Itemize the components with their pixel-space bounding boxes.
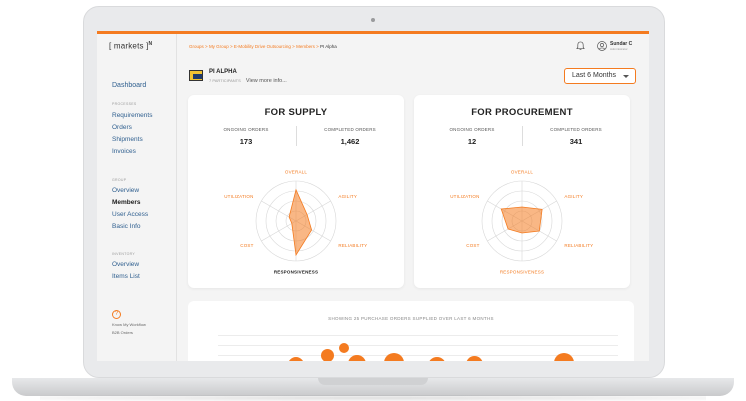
orders-chart-title: SHOWING 25 PURCHASE ORDERS SUPPLIED OVER… <box>328 316 494 321</box>
sidebar-item-invoices[interactable]: Invoices <box>112 148 136 155</box>
group-logo <box>189 70 203 81</box>
supply-ongoing-label: ONGOING ORDERS <box>223 127 269 132</box>
supply-ongoing-value: 173 <box>239 137 253 146</box>
order-bubble[interactable] <box>428 357 446 361</box>
question-icon[interactable]: ? <box>112 310 121 319</box>
radar-spoke <box>261 220 297 242</box>
laptop-mockup: [ markets ]N Dashboard PROCESSES Require… <box>0 0 746 401</box>
breadcrumb-sep: > <box>292 44 295 49</box>
order-bubble[interactable] <box>339 343 349 353</box>
supply-completed-label: COMPLETED ORDERS <box>324 127 376 132</box>
supply-axis-label: AGILITY <box>338 194 357 199</box>
section-group: GROUP <box>112 178 127 182</box>
breadcrumb-group[interactable]: E-Mobility Drive Outsourcing <box>234 44 291 49</box>
breadcrumb-my-group[interactable]: My Group <box>209 44 229 49</box>
participants-count: 7 PARTICIPANTS <box>209 78 241 83</box>
period-select[interactable]: Last 6 Months <box>564 68 636 84</box>
procurement-axis-label: UTILIZATION <box>450 194 479 199</box>
group-name: PI ALPHA <box>209 69 237 75</box>
breadcrumb: Groups > My Group > E-Mobility Drive Out… <box>189 44 337 49</box>
gridline <box>218 345 618 346</box>
supply-axis-label: OVERALL <box>285 170 307 175</box>
app-logo[interactable]: [ markets ]N <box>109 41 152 51</box>
group-participants: 7 PARTICIPANTS View more info... <box>209 78 287 84</box>
camera-dot <box>371 18 375 22</box>
sidebar-item-dashboard[interactable]: Dashboard <box>112 82 146 89</box>
supply-completed-value: 1,462 <box>340 137 360 146</box>
order-bubble[interactable] <box>321 349 334 361</box>
breadcrumb-sep: > <box>205 44 208 49</box>
supply-axis-label: COST <box>240 243 253 248</box>
bell-icon[interactable] <box>576 41 585 51</box>
user-circle-icon[interactable] <box>597 41 607 51</box>
order-bubble[interactable] <box>288 357 304 361</box>
sidebar-item-requirements[interactable]: Requirements <box>112 112 152 119</box>
breadcrumb-members[interactable]: Members <box>296 44 315 49</box>
procurement-ongoing-value: 12 <box>467 137 477 146</box>
help-title[interactable]: Know My Workflow <box>112 322 146 327</box>
sidebar-item-members[interactable]: Members <box>112 199 141 206</box>
sidebar-item-user-access[interactable]: User Access <box>112 211 148 218</box>
sidebar: [ markets ]N Dashboard PROCESSES Require… <box>97 34 177 361</box>
breadcrumb-groups[interactable]: Groups <box>189 44 204 49</box>
procurement-title: FOR PROCUREMENT <box>471 107 573 118</box>
breadcrumb-current: PI Alpha <box>320 44 337 49</box>
view-more-link[interactable]: View more info... <box>246 78 287 84</box>
section-processes: PROCESSES <box>112 102 137 106</box>
sidebar-item-inventory-overview[interactable]: Overview <box>112 261 139 268</box>
laptop-base-notch <box>318 378 428 385</box>
procurement-axis-label: COST <box>466 243 479 248</box>
app-screen: [ markets ]N Dashboard PROCESSES Require… <box>97 31 649 361</box>
chevron-down-icon <box>623 75 629 78</box>
supply-card: FOR SUPPLY ONGOING ORDERS 173 COMPLETED … <box>188 95 404 288</box>
procurement-card: FOR PROCUREMENT ONGOING ORDERS 12 COMPLE… <box>414 95 630 288</box>
supply-title: FOR SUPPLY <box>264 107 328 118</box>
procurement-axis-label: AGILITY <box>564 194 583 199</box>
procurement-completed-value: 341 <box>569 137 583 146</box>
procurement-radar-area <box>500 206 543 234</box>
gridline <box>218 335 618 336</box>
procurement-radar-chart: OVERALL AGILITY RELIABILITY RESPONSIVENESS C… <box>450 170 593 275</box>
sidebar-item-basic-info[interactable]: Basic Info <box>112 223 141 230</box>
sidebar-item-orders[interactable]: Orders <box>112 124 132 131</box>
procurement-ongoing-label: ONGOING ORDERS <box>449 127 495 132</box>
stat-divider <box>296 126 297 146</box>
procurement-axis-label: RELIABILITY <box>564 243 593 248</box>
procurement-axis-label: RESPONSIVENESS <box>500 270 544 275</box>
procurement-axis-label: OVERALL <box>511 170 533 175</box>
orders-chart-card: SHOWING 25 PURCHASE ORDERS SUPPLIED OVER… <box>188 301 634 361</box>
supply-axis-label: RELIABILITY <box>338 243 367 248</box>
period-value: Last 6 Months <box>572 72 616 79</box>
user-role: Administrator <box>610 47 628 51</box>
sidebar-item-items-list[interactable]: Items List <box>112 273 140 280</box>
breadcrumb-sep: > <box>316 44 319 49</box>
section-inventory: INVENTORY <box>112 252 135 256</box>
sidebar-item-shipments[interactable]: Shipments <box>112 136 143 143</box>
supply-radar-area <box>288 188 313 257</box>
sidebar-item-overview[interactable]: Overview <box>112 187 139 194</box>
breadcrumb-sep: > <box>229 44 233 49</box>
order-bubble[interactable] <box>466 356 483 361</box>
stat-divider <box>522 126 523 146</box>
procurement-completed-label: COMPLETED ORDERS <box>550 127 602 132</box>
main-content: Groups > My Group > E-Mobility Drive Out… <box>177 34 649 361</box>
supply-radar-chart: OVERALL AGILITY RELIABILITY RESPONSIVENESS C… <box>224 170 367 275</box>
laptop-shadow <box>40 395 706 401</box>
supply-axis-label: UTILIZATION <box>224 194 253 199</box>
help-subtitle: B2B Orders <box>112 330 133 335</box>
supply-axis-label: RESPONSIVENESS <box>274 270 318 275</box>
